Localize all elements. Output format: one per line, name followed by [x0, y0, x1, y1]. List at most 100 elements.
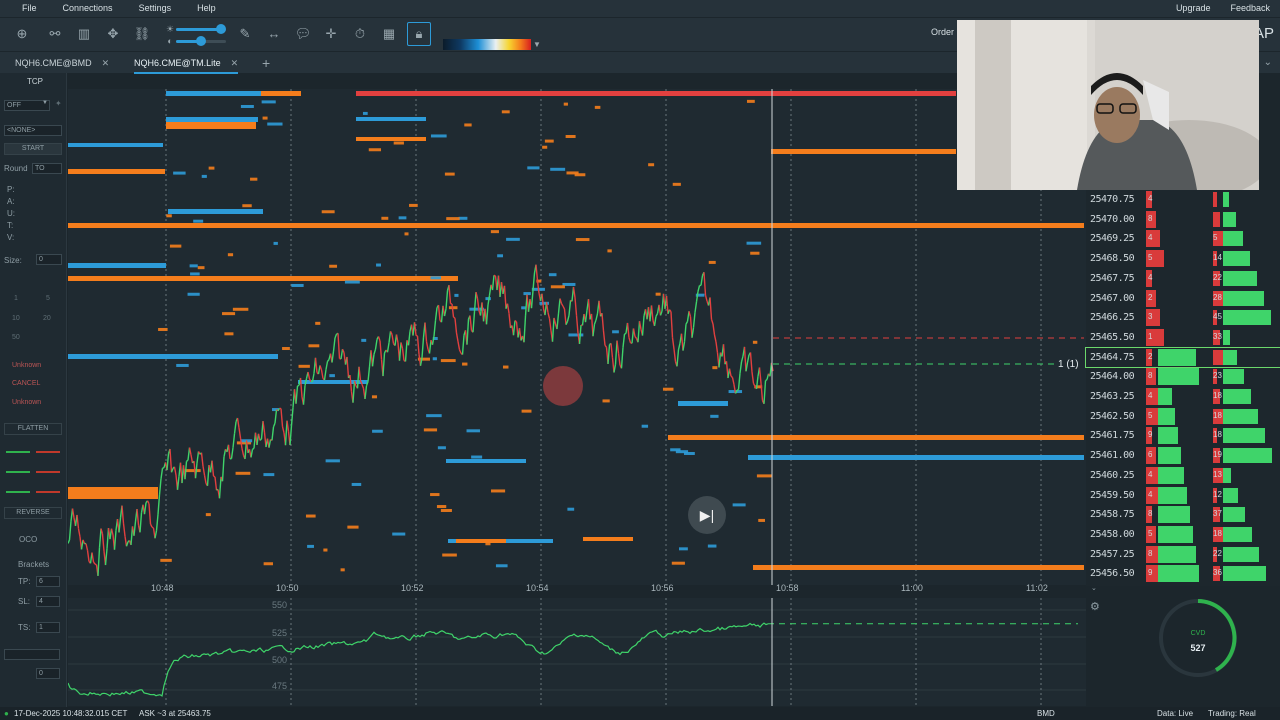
- add-tab-icon[interactable]: +: [262, 52, 270, 74]
- ladder-row[interactable]: 25456.50 9 36: [1086, 564, 1280, 583]
- cancel-button[interactable]: CANCEL: [12, 380, 40, 387]
- menu-feedback[interactable]: Feedback: [1220, 0, 1280, 17]
- price-trace-segment: [703, 272, 707, 296]
- ladder-row[interactable]: 25461.00 6 19: [1086, 446, 1280, 465]
- timer-icon[interactable]: ⏱︎: [350, 24, 370, 44]
- close-icon[interactable]: ✕: [231, 58, 239, 68]
- ladder-volume-size: 13: [1213, 469, 1222, 479]
- quick-size-1[interactable]: 1: [14, 295, 18, 302]
- pin-icon[interactable]: ✦: [55, 99, 62, 108]
- ladder-ask-bar: [1158, 506, 1190, 524]
- tab-nqh6-tm-lite[interactable]: NQH6.CME@TM.Lite ✕: [134, 52, 239, 74]
- sl-input[interactable]: 4: [36, 596, 60, 607]
- ladder-row[interactable]: 25468.50 5 14: [1086, 249, 1280, 268]
- flatten-button[interactable]: FLATTEN: [4, 423, 62, 435]
- ladder-bid-size: 2: [1148, 292, 1153, 302]
- ladder-row[interactable]: 25465.50 1 33: [1086, 328, 1280, 347]
- price-trace-segment: [133, 521, 137, 536]
- ladder-row[interactable]: 25464.00 8 23: [1086, 367, 1280, 386]
- menu-settings[interactable]: Settings: [126, 0, 185, 17]
- ladder-price: 25464.00: [1090, 371, 1135, 383]
- price-trace-segment: [743, 346, 747, 372]
- ladder-row[interactable]: 25470.00 8: [1086, 210, 1280, 229]
- price-trace-segment: [551, 317, 555, 342]
- ladder-row[interactable]: 25467.75 4 22: [1086, 269, 1280, 288]
- ts-input[interactable]: 1: [36, 622, 60, 633]
- price-trace-segment: [373, 349, 377, 355]
- reverse-button[interactable]: REVERSE: [4, 507, 62, 519]
- menu-file[interactable]: File: [0, 0, 50, 17]
- order-mark: [566, 171, 579, 175]
- price-trace-segment: [461, 335, 465, 355]
- price-trace-segment: [749, 352, 753, 372]
- ladder-volume-buy-bar: [1223, 310, 1271, 326]
- start-button[interactable]: START: [4, 143, 62, 155]
- play-icon[interactable]: ▶︎|: [688, 496, 726, 534]
- round-select[interactable]: TO: [32, 163, 62, 174]
- oco-toggle[interactable]: OCO: [19, 535, 37, 544]
- ladder-row[interactable]: 25461.75 9 18: [1086, 426, 1280, 445]
- ladder-row[interactable]: 25462.50 5 18: [1086, 407, 1280, 426]
- crosshair-add-icon[interactable]: ⊕: [12, 24, 32, 44]
- pencil-icon[interactable]: ✎: [235, 24, 255, 44]
- chevron-down-icon[interactable]: ▼: [533, 39, 543, 50]
- size-input[interactable]: 0: [36, 254, 62, 265]
- menu-connections[interactable]: Connections: [50, 0, 126, 17]
- quick-size-50[interactable]: 50: [12, 334, 20, 341]
- price-ladder[interactable]: 25470.75 4 25470.00 8 25469.25 4 5 25468.50 5 14 2…: [1085, 190, 1280, 586]
- heatmap-gradient[interactable]: [443, 39, 531, 50]
- close-icon[interactable]: ✕: [102, 58, 110, 68]
- cvd-panel[interactable]: 550 525 500 475: [67, 598, 1086, 706]
- ladder-row[interactable]: 25459.50 4 12: [1086, 486, 1280, 505]
- tab-nqh6-bmd[interactable]: NQH6.CME@BMD ✕: [15, 52, 109, 74]
- sell-unknown-button[interactable]: Unknown: [12, 399, 41, 406]
- buy-stop-button[interactable]: [6, 491, 30, 493]
- tp-input[interactable]: 6: [36, 576, 60, 587]
- crosshair-icon[interactable]: ✛: [321, 24, 341, 44]
- heatmap-chart[interactable]: 1 (1): [68, 89, 1086, 585]
- gear-icon[interactable]: ⚙︎: [1090, 600, 1100, 613]
- link-icon[interactable]: ⛓: [132, 24, 152, 44]
- ladder-row[interactable]: 25464.75 2: [1085, 346, 1280, 368]
- buy-unknown-button[interactable]: Unknown: [12, 362, 41, 369]
- a-label: A:: [7, 197, 15, 206]
- buy-limit-button[interactable]: [6, 471, 30, 473]
- chevron-down-icon[interactable]: ⌄: [1091, 584, 1097, 592]
- ladder-row[interactable]: 25463.25 4 18: [1086, 387, 1280, 406]
- buy-market-button[interactable]: [6, 451, 30, 453]
- ladder-row[interactable]: 25466.25 3 45: [1086, 308, 1280, 327]
- chart-icon[interactable]: ▥: [74, 24, 94, 44]
- contrast-slider[interactable]: [176, 36, 226, 46]
- ladder-row[interactable]: 25458.00 5 18: [1086, 525, 1280, 544]
- brightness-slider[interactable]: [176, 24, 226, 34]
- order-mark: [273, 241, 278, 245]
- lock-icon[interactable]: 🔒︎: [407, 22, 431, 46]
- measure-icon[interactable]: ↔: [264, 24, 284, 44]
- offset-input[interactable]: 0: [36, 668, 60, 679]
- ladder-row[interactable]: 25467.00 2 28: [1086, 289, 1280, 308]
- layout-icon[interactable]: ▦: [379, 24, 399, 44]
- ladder-row[interactable]: 25457.25 8 22: [1086, 545, 1280, 564]
- sell-limit-button[interactable]: [36, 471, 60, 473]
- ladder-volume-sell-bar: [1213, 192, 1217, 207]
- sell-market-button[interactable]: [36, 451, 60, 453]
- liquidity-bar: [68, 276, 458, 281]
- strategy-select[interactable]: [4, 649, 60, 660]
- ladder-row[interactable]: 25460.25 4 13: [1086, 466, 1280, 485]
- ladder-row[interactable]: 25458.75 8 37: [1086, 505, 1280, 524]
- menu-help[interactable]: Help: [184, 0, 229, 17]
- share-icon[interactable]: ⚯: [45, 24, 65, 44]
- quick-size-10[interactable]: 10: [12, 315, 20, 322]
- ladder-row[interactable]: 25470.75 4: [1086, 190, 1280, 209]
- quick-size-5[interactable]: 5: [46, 295, 50, 302]
- price-trace-segment: [358, 366, 362, 381]
- quick-size-20[interactable]: 20: [43, 315, 51, 322]
- sell-stop-button[interactable]: [36, 491, 60, 493]
- account-select[interactable]: <NONE>: [4, 125, 62, 136]
- ladder-row[interactable]: 25469.25 4 5: [1086, 229, 1280, 248]
- order-mark: [712, 366, 718, 370]
- chevron-down-icon[interactable]: ⌄: [1264, 52, 1272, 74]
- nodes-icon[interactable]: ✥: [103, 24, 123, 44]
- comment-icon[interactable]: 💬︎: [293, 24, 313, 44]
- menu-upgrade[interactable]: Upgrade: [1166, 0, 1221, 17]
